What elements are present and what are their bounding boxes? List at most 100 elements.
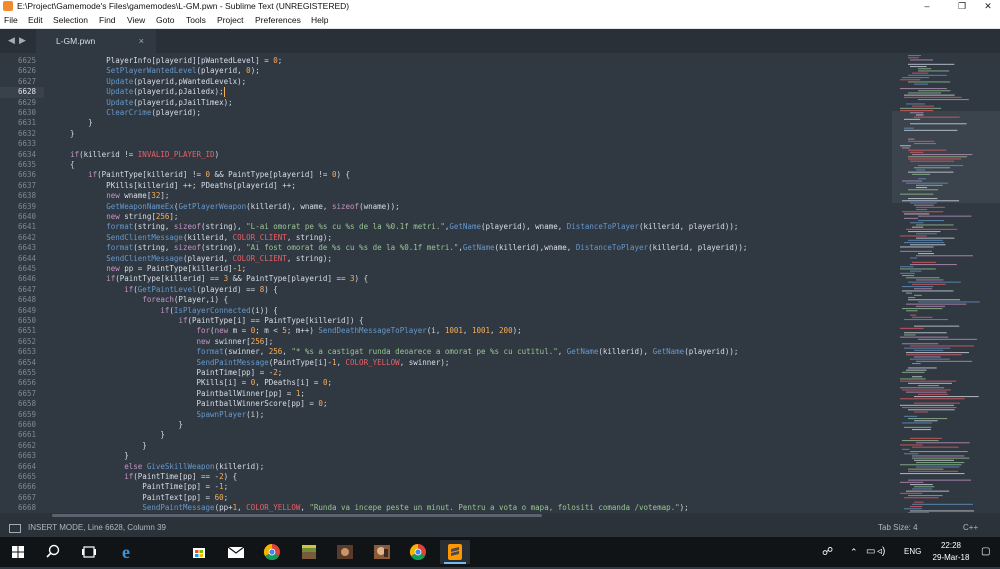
minecraft-icon[interactable] [294, 540, 324, 564]
code-line[interactable]: GetWeaponNameEx(GetPlayerWeapon(killerid… [52, 202, 400, 212]
line-number: 6630 [17, 108, 36, 117]
minimap-line [900, 492, 923, 494]
minimize-button[interactable]: – [913, 0, 941, 12]
code-line[interactable]: ClearCrime(playerid); [52, 108, 201, 118]
console-toggle-icon[interactable] [9, 524, 21, 533]
code-line[interactable]: Update(playerid,pJailTimex); [52, 98, 232, 108]
chrome-icon[interactable] [257, 540, 287, 564]
game-a-icon[interactable] [330, 540, 360, 564]
menu-selection[interactable]: Selection [53, 12, 88, 28]
code-line[interactable]: PKills[i] = 0, PDeaths[i] = 0; [52, 378, 331, 388]
tab-l-gm-pwn[interactable]: L-GM.pwn × [36, 29, 156, 53]
menu-tools[interactable]: Tools [186, 12, 206, 28]
minimap-line [916, 224, 954, 226]
code-line[interactable]: PaintTime[pp] = -2; [52, 368, 282, 378]
status-syntax[interactable]: C++ [963, 518, 978, 537]
edge-browser-icon[interactable]: e [111, 540, 141, 564]
menu-preferences[interactable]: Preferences [255, 12, 301, 28]
code-line[interactable]: format(string, sizeof(string), "L-ai omo… [52, 222, 738, 232]
menu-file[interactable]: File [4, 12, 18, 28]
code-line[interactable]: } [52, 129, 75, 139]
code-line[interactable]: } [52, 430, 165, 440]
code-line[interactable]: } [52, 420, 183, 430]
mail-icon[interactable] [221, 540, 251, 564]
code-line[interactable]: SetPlayerWantedLevel(playerid, 0); [52, 66, 260, 76]
store-icon[interactable] [184, 540, 214, 564]
line-number: 6659 [17, 409, 36, 419]
chrome-icon-2[interactable] [403, 540, 433, 564]
code-line[interactable]: else GiveSkillWeapon(killerid); [52, 462, 264, 472]
code-line[interactable]: SendClientMessage(killerid, COLOR_CLIENT… [52, 233, 332, 243]
minimap-line [912, 72, 929, 74]
code-line[interactable]: PaintTime[pp] = -1; [52, 482, 228, 492]
minimap-line [904, 127, 914, 129]
menu-view[interactable]: View [127, 12, 145, 28]
code-line[interactable]: Update(playerid,pJailedx); [52, 87, 223, 97]
code-line[interactable]: new wname[32]; [52, 191, 169, 201]
code-line[interactable]: PaintballWinner[pp] = 1; [52, 389, 304, 399]
code-line[interactable]: SendClientMessage(playerid, COLOR_CLIENT… [52, 254, 332, 264]
clock[interactable]: 22:28 29-Mar-18 [926, 537, 976, 567]
code-line[interactable]: PaintballWinnerScore[pp] = 0; [52, 399, 327, 409]
minimap-line [916, 462, 965, 464]
code-line[interactable]: } [52, 451, 129, 461]
menu-help[interactable]: Help [311, 12, 328, 28]
code-line[interactable]: if(GetPaintLevel(playerid) == 8) { [52, 285, 278, 295]
game-b-icon[interactable] [367, 540, 397, 564]
minimap-line [908, 189, 939, 191]
code-line[interactable]: PaintText[pp] = 60; [52, 493, 228, 503]
code-line[interactable]: if(IsPlayerConnected(i)) { [52, 306, 277, 316]
code-line[interactable]: new pp = PaintType[killerid]-1; [52, 264, 246, 274]
menu-find[interactable]: Find [99, 12, 116, 28]
volume-icon[interactable]: ◃) [877, 537, 885, 567]
code-line[interactable]: SendPaintMessage(PaintType[i]-1, COLOR_Y… [52, 358, 450, 368]
windows-start-icon[interactable] [3, 540, 33, 564]
menu-goto[interactable]: Goto [156, 12, 174, 28]
tab-nav-right-icon[interactable]: ▶ [19, 35, 26, 46]
people-icon[interactable]: ☍ [822, 537, 833, 567]
minimap-line [910, 264, 957, 266]
code-line[interactable]: new string[256]; [52, 212, 178, 222]
input-language[interactable]: ENG [904, 537, 921, 567]
show-hidden-icons-icon[interactable]: ⌃ [850, 537, 858, 567]
code-line[interactable]: for(new m = 0; m < 5; m++) SendDeathMess… [52, 326, 522, 336]
horizontal-scrollbar-thumb[interactable] [52, 514, 542, 517]
tab-close-icon[interactable]: × [139, 29, 144, 53]
code-line[interactable]: } [52, 118, 93, 128]
code-line[interactable]: { [52, 160, 75, 170]
code-line[interactable]: PlayerInfo[playerid][pWantedLevel] = 0; [52, 56, 282, 66]
code-line[interactable]: foreach(Player,i) { [52, 295, 228, 305]
close-button[interactable]: ✕ [974, 0, 1000, 12]
code-line[interactable]: new swinner[256]; [52, 337, 274, 347]
code-view[interactable]: PlayerInfo[playerid][pWantedLevel] = 0; … [52, 53, 892, 515]
editor-area[interactable]: 6625 6626 6627 6628 6629 6630 6631 6632 6633 6634… [0, 53, 1000, 515]
menu-edit[interactable]: Edit [28, 12, 43, 28]
minimap-line [916, 442, 970, 444]
code-line[interactable]: PKills[killerid] ++; PDeaths[playerid] +… [52, 181, 296, 191]
sublime-text-icon[interactable] [440, 540, 470, 564]
notifications-icon[interactable]: ▢ [981, 537, 990, 567]
minimap-line [918, 301, 980, 303]
code-line[interactable]: Update(playerid,pWantedLevelx); [52, 77, 246, 87]
code-line[interactable]: if(PaintType[i] == PaintType[killerid]) … [52, 316, 363, 326]
code-line[interactable]: } [52, 441, 147, 451]
tab-nav-left-icon[interactable]: ◀ [8, 35, 15, 46]
code-line[interactable]: if(killerid != INVALID_PLAYER_ID) [52, 150, 219, 160]
code-line[interactable]: if(PaintType[killerid] != 0 && PaintType… [52, 170, 350, 180]
code-line[interactable]: SpawnPlayer(i); [52, 410, 265, 420]
task-view-icon[interactable] [74, 540, 104, 564]
minimap-line [908, 74, 947, 76]
code-line[interactable]: if(PaintTime[pp] == -2) { [52, 472, 237, 482]
minimap-line [912, 105, 935, 107]
search-icon[interactable] [38, 540, 68, 564]
menu-project[interactable]: Project [217, 12, 243, 28]
maximize-button[interactable]: ❐ [948, 0, 976, 12]
minimap[interactable] [892, 53, 1000, 515]
code-line[interactable]: format(swinner, 256, "* %s a castigat ru… [52, 347, 739, 357]
status-tab-size[interactable]: Tab Size: 4 [878, 518, 918, 537]
minimap-line [908, 299, 960, 301]
network-icon[interactable]: ▭ [866, 537, 875, 567]
code-line[interactable]: format(string, sizeof(string), "Ai fost … [52, 243, 747, 253]
minimap-line [902, 422, 932, 424]
code-line[interactable]: if(PaintType[killerid] == 3 && PaintType… [52, 274, 368, 284]
